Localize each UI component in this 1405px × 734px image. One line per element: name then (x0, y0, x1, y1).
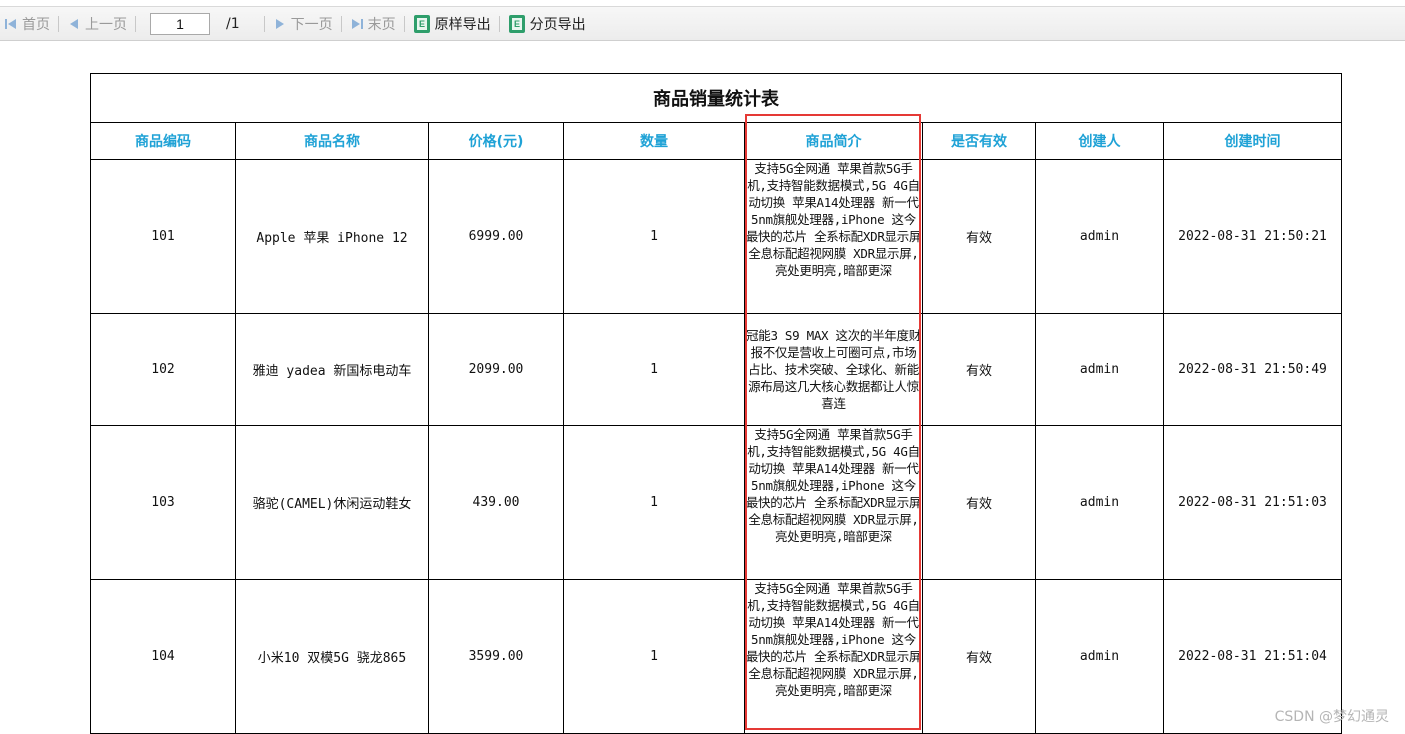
cell-quantity: 1 (563, 425, 745, 580)
next-page-icon (275, 18, 284, 29)
cell-code: 103 (90, 425, 236, 580)
export-paged-button[interactable]: E 分页导出 (508, 12, 586, 36)
prev-page-label: 上一页 (85, 16, 127, 33)
column-header-description: 商品简介 (744, 122, 923, 160)
cell-valid: 有效 (922, 579, 1036, 734)
column-header-name: 商品名称 (235, 122, 429, 160)
prev-page-button[interactable]: 上一页 (67, 12, 127, 36)
cell-created-time: 2022-08-31 21:51:03 (1163, 425, 1342, 580)
prev-page-icon (70, 18, 78, 29)
sales-report-table: 商品销量统计表 商品编码 商品名称 价格(元) 数量 商品简介 是否有效 创建人… (90, 73, 1342, 734)
csdn-watermark: CSDN @梦幻通灵 (1274, 709, 1389, 725)
column-header-price: 价格(元) (428, 122, 564, 160)
page-number-input[interactable] (150, 12, 210, 35)
cell-quantity: 1 (563, 159, 745, 314)
cell-code: 102 (90, 313, 236, 426)
last-page-icon (351, 18, 363, 29)
cell-name: 骆驼(CAMEL)休闲运动鞋女 (235, 425, 429, 580)
cell-description: 支持5G全网通 苹果首款5G手机,支持智能数据模式,5G 4G自动切换 苹果A1… (744, 425, 923, 580)
cell-name: 雅迪 yadea 新国标电动车 (235, 313, 429, 426)
cell-creator: admin (1035, 313, 1164, 426)
svg-text:E: E (419, 19, 425, 29)
cell-price: 3599.00 (428, 579, 564, 734)
report-title: 商品销量统计表 (90, 73, 1342, 123)
cell-price: 6999.00 (428, 159, 564, 314)
cell-description: 支持5G全网通 苹果首款5G手机,支持智能数据模式,5G 4G自动切换 苹果A1… (744, 159, 923, 314)
column-header-code: 商品编码 (90, 122, 236, 160)
last-page-button[interactable]: 末页 (350, 12, 396, 36)
cell-quantity: 1 (563, 313, 745, 426)
next-page-button[interactable]: 下一页 (273, 12, 333, 36)
first-page-button[interactable]: 首页 (4, 12, 50, 36)
cell-created-time: 2022-08-31 21:50:21 (1163, 159, 1342, 314)
cell-creator: admin (1035, 159, 1164, 314)
table-row: 102 雅迪 yadea 新国标电动车 2099.00 1 冠能3 S9 MAX… (90, 313, 1342, 426)
toolbar-divider (135, 15, 136, 32)
first-page-icon (5, 18, 16, 29)
cell-name: 小米10 双模5G 骁龙865 (235, 579, 429, 734)
cell-quantity: 1 (563, 579, 745, 734)
svg-text:E: E (514, 19, 520, 29)
cell-creator: admin (1035, 579, 1164, 734)
export-paged-label: 分页导出 (529, 16, 586, 33)
column-header-valid: 是否有效 (922, 122, 1036, 160)
cell-description: 支持5G全网通 苹果首款5G手机,支持智能数据模式,5G 4G自动切换 苹果A1… (744, 579, 923, 734)
first-page-label: 首页 (22, 16, 50, 33)
cell-valid: 有效 (922, 425, 1036, 580)
cell-price: 439.00 (428, 425, 564, 580)
cell-code: 104 (90, 579, 236, 734)
table-row: 101 Apple 苹果 iPhone 12 6999.00 1 支持5G全网通… (90, 159, 1342, 314)
column-header-quantity: 数量 (563, 122, 745, 160)
table-row: 104 小米10 双模5G 骁龙865 3599.00 1 支持5G全网通 苹果… (90, 579, 1342, 734)
cell-valid: 有效 (922, 159, 1036, 314)
cell-creator: admin (1035, 425, 1164, 580)
cell-name: Apple 苹果 iPhone 12 (235, 159, 429, 314)
excel-export-icon: E (413, 14, 430, 33)
last-page-label: 末页 (367, 16, 396, 33)
column-header-creator: 创建人 (1035, 122, 1164, 160)
table-header-row: 商品编码 商品名称 价格(元) 数量 商品简介 是否有效 创建人 创建时间 (90, 122, 1342, 160)
cell-created-time: 2022-08-31 21:50:49 (1163, 313, 1342, 426)
toolbar-divider (403, 15, 405, 32)
toolbar-divider (263, 15, 265, 32)
toolbar-divider (498, 15, 500, 32)
toolbar-divider (58, 15, 59, 32)
cell-description: 冠能3 S9 MAX 这次的半年度财报不仅是营收上可圈可点,市场占比、技术突破、… (744, 313, 923, 426)
next-page-label: 下一页 (290, 16, 333, 33)
cell-price: 2099.00 (428, 313, 564, 426)
export-original-label: 原样导出 (434, 16, 491, 33)
toolbar-divider (340, 15, 342, 32)
report-toolbar: 首页 上一页 /1 下一页 末页 E 原样导出 (0, 6, 1405, 41)
table-row: 103 骆驼(CAMEL)休闲运动鞋女 439.00 1 支持5G全网通 苹果首… (90, 425, 1342, 580)
cell-code: 101 (90, 159, 236, 314)
cell-valid: 有效 (922, 313, 1036, 426)
export-original-button[interactable]: E 原样导出 (413, 12, 491, 36)
excel-export-icon: E (508, 14, 525, 33)
column-header-created-time: 创建时间 (1163, 122, 1342, 160)
page-total: /1 (226, 15, 240, 32)
